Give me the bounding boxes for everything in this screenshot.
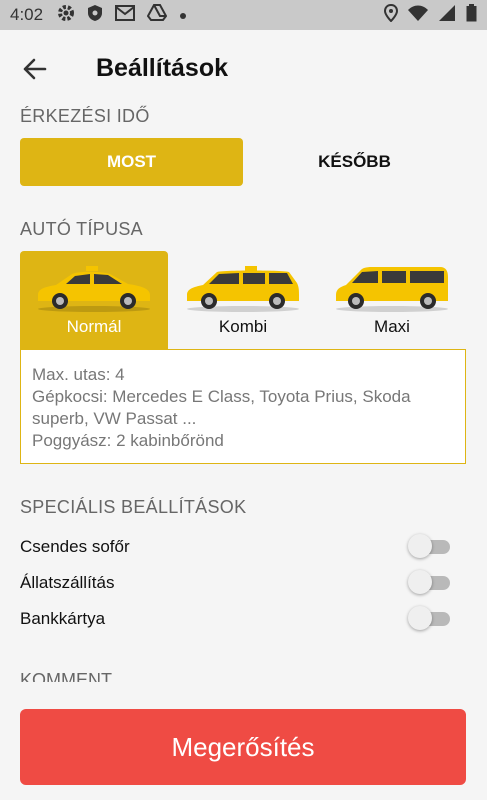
quiet-driver-switch[interactable] [408, 534, 450, 558]
arrival-later-button[interactable]: KÉSŐBB [243, 138, 466, 186]
confirm-button[interactable]: Megerősítés [20, 709, 466, 785]
app-bar: Beállítások [0, 30, 487, 102]
battery-icon [466, 3, 477, 27]
back-button[interactable] [18, 52, 52, 86]
quiet-driver-label: Csendes sofőr [20, 537, 130, 556]
dot-icon [179, 5, 187, 25]
drive-icon [146, 4, 168, 26]
page-title: Beállítások [96, 54, 229, 82]
gear-icon [57, 4, 75, 27]
pet-transport-label: Állatszállítás [20, 573, 115, 592]
status-time: 4:02 [10, 5, 44, 24]
pet-transport-switch[interactable] [408, 570, 450, 594]
arrival-now-button[interactable]: MOST [20, 138, 243, 186]
car-option-kombi[interactable]: Kombi [169, 251, 317, 349]
gmail-icon [115, 4, 136, 26]
car-details-box: Max. utas: 4 Gépkocsi: Mercedes E Class,… [20, 349, 466, 464]
location-icon [383, 3, 399, 27]
car-option-kombi-label: Kombi [218, 317, 268, 336]
car-option-normal-label: Normál [66, 317, 122, 336]
settings-page: Beállítások ÉRKEZÉSI IDŐ MOST KÉSŐBB AUT… [0, 30, 487, 800]
scroll-fade [0, 680, 487, 710]
toggle-row-quiet-driver: Csendes sofőr [20, 533, 450, 563]
car-type-label: AUTÓ TÍPUSA [20, 219, 143, 239]
wifi-icon [408, 5, 428, 26]
vehicles-text: Gépkocsi: Mercedes E Class, Toyota Prius… [32, 387, 411, 428]
luggage-text: Poggyász: 2 kabinbőrönd [32, 431, 224, 450]
special-settings-label: SPECIÁLIS BEÁLLÍTÁSOK [20, 497, 247, 517]
status-bar: 4:02 [0, 0, 487, 30]
car-option-normal[interactable]: Normál [20, 251, 168, 349]
arrival-time-label: ÉRKEZÉSI IDŐ [20, 106, 150, 126]
car-option-maxi-label: Maxi [374, 317, 410, 336]
bank-card-label: Bankkártya [20, 609, 106, 628]
shield-icon [87, 4, 103, 27]
bank-card-switch[interactable] [408, 606, 450, 630]
arrow-left-icon [18, 58, 52, 90]
car-option-maxi[interactable]: Maxi [318, 251, 466, 349]
toggle-row-bank-card: Bankkártya [20, 605, 450, 635]
toggle-row-pet-transport: Állatszállítás [20, 569, 450, 599]
max-passengers-text: Max. utas: 4 [32, 365, 125, 384]
signal-icon [438, 4, 456, 27]
car-type-selector: Normál Kombi Maxi [20, 251, 466, 349]
